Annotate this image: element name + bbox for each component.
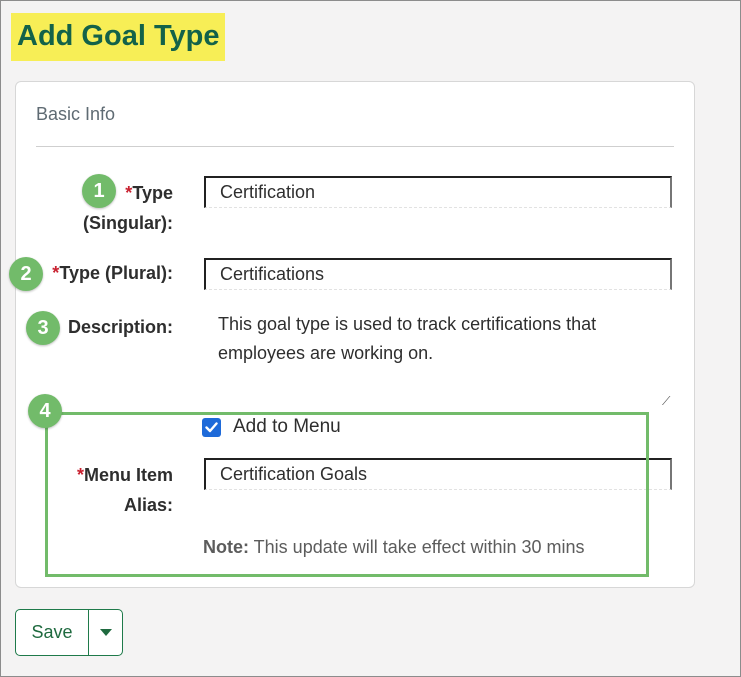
type-plural-label-text: Type (Plural): (59, 263, 173, 283)
callout-marker-2: 2 (9, 257, 43, 291)
caret-down-icon (99, 629, 112, 636)
callout-marker-1: 1 (82, 174, 116, 208)
type-singular-label-line1: Type (132, 183, 173, 203)
card-header: Basic Info (36, 104, 116, 124)
description-textarea[interactable]: This goal type is used to track certific… (204, 310, 672, 408)
description-label: Description: (68, 312, 173, 342)
type-plural-input[interactable] (204, 258, 672, 290)
type-singular-label-line2: (Singular): (83, 213, 173, 233)
save-options-dropdown[interactable] (89, 610, 122, 655)
page-title: Add Goal Type (11, 13, 226, 61)
save-button[interactable]: Save (16, 610, 89, 655)
callout-marker-3: 3 (26, 311, 60, 345)
menu-settings-highlight-box (45, 412, 649, 577)
type-singular-input[interactable] (204, 176, 672, 208)
resize-grip-icon[interactable]: ⟋ (662, 394, 670, 409)
save-split-button: Save (15, 609, 123, 656)
description-label-text: Description: (67, 317, 173, 337)
card-divider (36, 146, 674, 147)
callout-marker-4: 4 (28, 394, 62, 428)
type-plural-label: *Type (Plural): (52, 258, 173, 288)
